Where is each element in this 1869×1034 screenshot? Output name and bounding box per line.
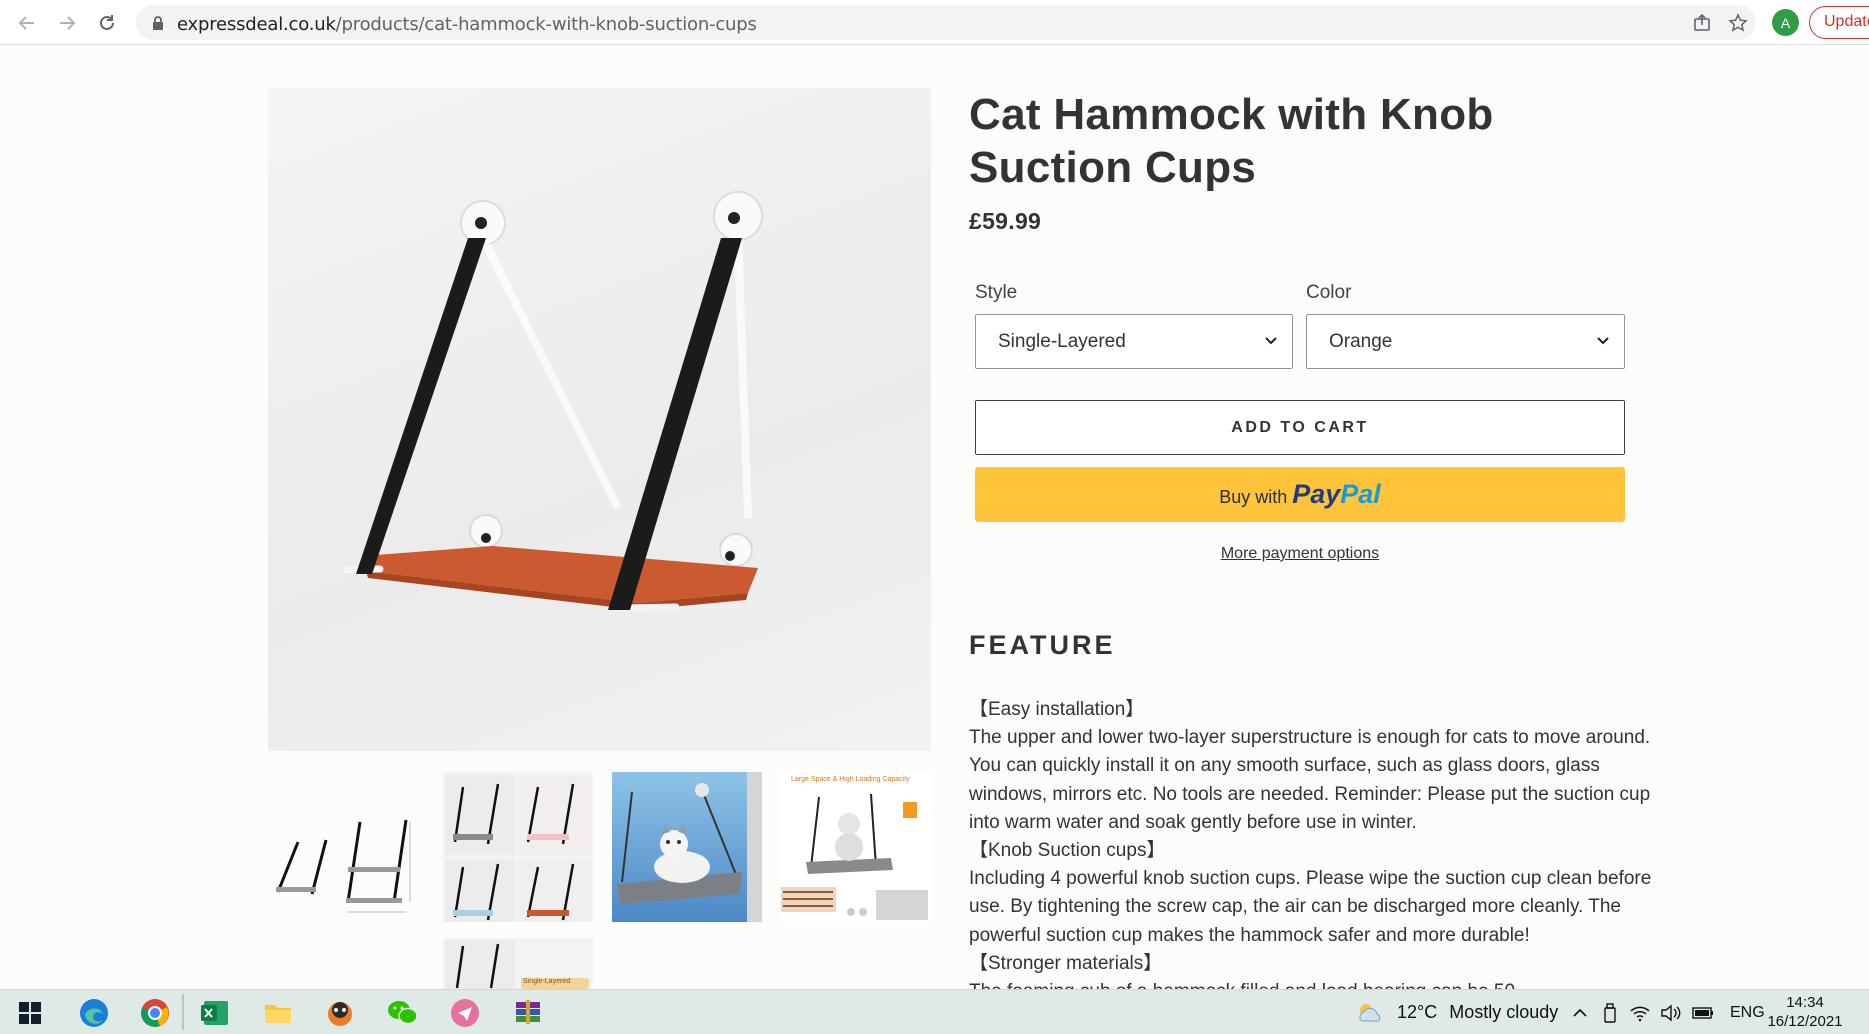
feature-title-materials: 【Stronger materials】	[969, 952, 1163, 974]
archive-icon	[516, 999, 540, 1024]
taskbar-clock[interactable]: 14:34 16/12/2021	[1760, 993, 1850, 1031]
start-button[interactable]	[2, 990, 58, 1034]
chevron-up-icon[interactable]	[1572, 1005, 1588, 1021]
feature-text-installation: The upper and lower two-layer superstruc…	[969, 727, 1651, 833]
volume-icon[interactable]	[1660, 1004, 1682, 1022]
feature-title-installation: 【Easy installation】	[969, 699, 1145, 720]
share-button[interactable]	[1690, 11, 1714, 35]
taskbar-wechat[interactable]	[375, 990, 431, 1034]
reload-icon	[100, 15, 114, 30]
style-label: Style	[975, 282, 1018, 303]
style-select[interactable]: Single-Layered	[975, 314, 1293, 369]
chevron-down-icon	[1265, 337, 1277, 345]
clock-time: 14:34	[1786, 994, 1824, 1011]
browser-toolbar: expressdeal.co.uk/products/cat-hammock-w…	[0, 0, 1869, 45]
lock-icon	[153, 16, 163, 30]
url-path: /products/cat-hammock-with-knob-suction-…	[335, 14, 757, 35]
product-price: £59.99	[969, 208, 1042, 234]
folder-icon	[265, 1004, 291, 1023]
taskbar-send-app[interactable]	[437, 990, 493, 1034]
thumbnail-image-single-layered	[443, 938, 593, 989]
arrow-right-icon	[60, 16, 76, 30]
thumbnail-2[interactable]	[443, 772, 593, 922]
thumbnail-4[interactable]: Large Space & High Loading Capacity	[781, 772, 931, 922]
paypal-prefix: Buy with	[1219, 487, 1288, 507]
share-icon	[1694, 13, 1710, 31]
feature-heading: FEATURE	[969, 630, 1116, 660]
more-payment-options-link[interactable]: More payment options	[975, 545, 1625, 563]
weather-widget[interactable]: 12°C Mostly cloudy	[1355, 990, 1558, 1034]
cloudy-weather-icon	[1359, 1003, 1381, 1021]
thumbnail-1[interactable]	[268, 772, 418, 922]
wechat-icon	[388, 1000, 418, 1024]
arrow-left-icon	[18, 16, 34, 30]
taskbar-edge[interactable]	[66, 990, 122, 1034]
clock-date: 16/12/2021	[1767, 1013, 1843, 1030]
thumbnail-tag: Single-Layered	[523, 978, 571, 985]
reload-button[interactable]	[92, 8, 122, 38]
system-tray: ENG	[1572, 990, 1765, 1034]
excel-icon	[201, 1000, 228, 1025]
url-domain: expressdeal.co.uk	[177, 14, 336, 35]
update-button[interactable]: Update	[1809, 6, 1869, 39]
weather-temperature: 12°C	[1397, 1002, 1438, 1022]
windows-logo-icon	[19, 1001, 41, 1024]
thumbnail-image-sizes	[268, 772, 418, 922]
thumbnail-3[interactable]	[612, 772, 762, 922]
product-title: Cat Hammock with Knob Suction Cups	[969, 90, 1494, 192]
taskbar-winrar[interactable]	[500, 990, 556, 1034]
thumbnail-image-cat-window	[612, 772, 762, 922]
taskbar-chrome[interactable]	[127, 990, 183, 1034]
forward-button[interactable]	[52, 8, 82, 38]
taskbar-file-explorer[interactable]	[250, 990, 306, 1034]
thumbnail-5[interactable]: Single-Layered	[443, 938, 593, 989]
paypal-button[interactable]: Buy with PayPal	[975, 467, 1625, 522]
address-bar[interactable]: expressdeal.co.uk/products/cat-hammock-w…	[136, 5, 1756, 40]
back-button[interactable]	[12, 8, 42, 38]
feature-text-suction-cups: Including 4 powerful knob suction cups. …	[969, 868, 1652, 946]
battery-icon[interactable]	[1692, 1006, 1714, 1020]
url-text[interactable]: expressdeal.co.uk/products/cat-hammock-w…	[177, 14, 757, 35]
color-label: Color	[1306, 282, 1352, 303]
paper-plane-icon	[451, 998, 479, 1027]
style-selected-value: Single-Layered	[998, 331, 1126, 352]
color-select[interactable]: Orange	[1306, 314, 1625, 369]
weather-description: Mostly cloudy	[1449, 1002, 1559, 1022]
profile-avatar[interactable]: A	[1772, 9, 1799, 36]
edge-icon	[80, 998, 108, 1027]
taskbar-game-app[interactable]	[312, 990, 368, 1034]
thumbnail-image-loading-capacity	[781, 772, 931, 922]
chevron-down-icon	[1597, 337, 1609, 345]
game-app-icon	[328, 1001, 352, 1026]
windows-taskbar: 12°C Mostly cloudy ENG 14:34 16/12/2021	[0, 989, 1869, 1034]
add-to-cart-button[interactable]: ADD TO CART	[975, 400, 1625, 455]
feature-title-suction-cups: 【Knob Suction cups】	[969, 840, 1166, 862]
wifi-icon[interactable]	[1630, 1004, 1650, 1022]
cat-hammock-illustration	[342, 191, 763, 612]
bookmark-button[interactable]	[1726, 11, 1750, 35]
usb-drive-icon[interactable]	[1604, 1002, 1616, 1023]
taskbar-excel[interactable]	[187, 990, 243, 1034]
product-description: 【Easy installation】 The upper and lower …	[969, 696, 1669, 1006]
taskbar-separator	[182, 994, 184, 1030]
product-main-image[interactable]	[268, 88, 931, 751]
chrome-icon	[141, 998, 169, 1027]
star-icon	[1728, 13, 1748, 32]
paypal-logo: PayPal	[1292, 479, 1381, 509]
thumbnail-caption: Large Space & High Loading Capacity	[791, 776, 910, 783]
thumbnail-image-colors	[443, 772, 593, 922]
color-selected-value: Orange	[1329, 331, 1393, 352]
